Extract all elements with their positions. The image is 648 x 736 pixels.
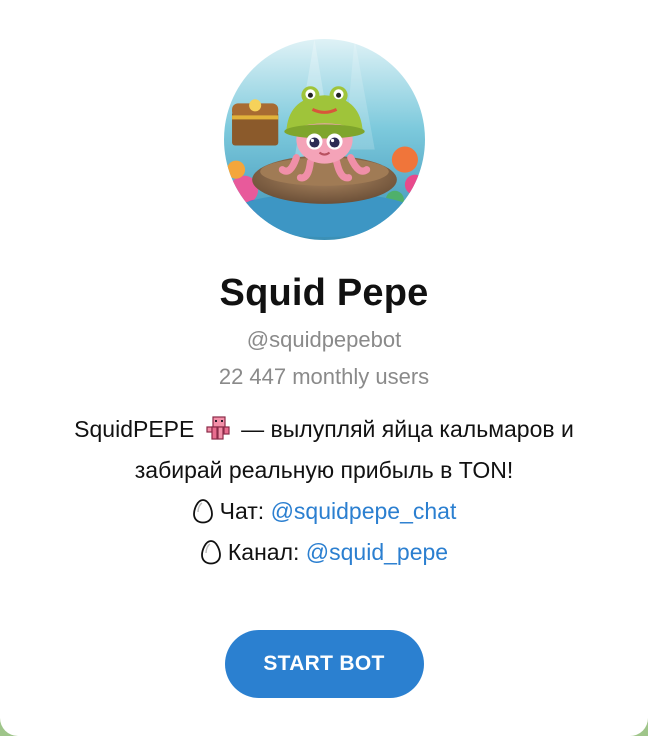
channel-link[interactable]: @squid_pepe [306,539,448,565]
chat-line: Чат: @squidpepe_chat [24,491,624,532]
chat-label: Чат: [219,498,265,524]
bot-username: @squidpepebot [246,327,402,352]
description-line-1: SquidPEPE — вылупляй яйца кальмаров и [24,409,624,450]
bot-avatar[interactable] [223,39,425,240]
squid-emoji-icon [206,416,230,440]
bot-name: Squid Pepe [219,272,429,314]
description-suffix: — вылупляй яйца кальмаров и [241,416,574,442]
egg-icon [201,540,221,565]
channel-label: Канал: [227,539,300,565]
bot-info-card: Squid Pepe @squidpepebot 22 447 monthly … [0,0,648,736]
bot-description: SquidPEPE — вылупляй яйца кальмаров и за… [24,409,624,573]
channel-line: Канал: @squid_pepe [24,532,624,573]
description-line-2: забирай реальную прибыль в TON! [134,457,514,483]
start-bot-button[interactable]: START BOT [224,630,424,698]
chat-link[interactable]: @squidpepe_chat [271,498,457,524]
monthly-users-count: 22 447 monthly users [218,364,430,389]
egg-icon [192,499,213,524]
description-prefix: SquidPEPE [74,416,195,442]
